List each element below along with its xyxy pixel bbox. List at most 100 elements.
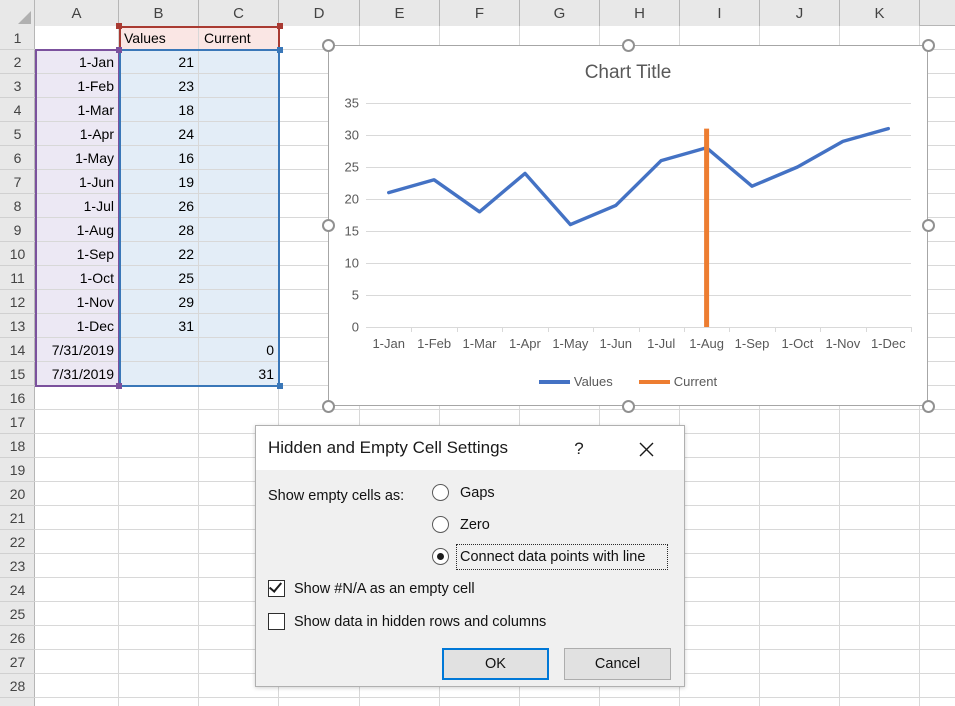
x-axis-tick-mark	[865, 327, 867, 332]
checkmark-icon	[268, 579, 283, 593]
row-header-9[interactable]: 9	[0, 218, 35, 242]
checkbox-show-data-in-hidden-rows[interactable]	[268, 613, 285, 630]
column-header-g[interactable]: G	[520, 0, 600, 26]
help-icon[interactable]: ?	[566, 437, 592, 461]
row-header-12[interactable]: 12	[0, 290, 35, 314]
header-range-handle-end[interactable]	[277, 23, 283, 29]
column-header-k[interactable]: K	[840, 0, 920, 26]
x-axis-tick-label: 1-May	[552, 336, 589, 351]
column-header-f[interactable]: F	[440, 0, 520, 26]
row-header-13[interactable]: 13	[0, 314, 35, 338]
row-header-22[interactable]: 22	[0, 530, 35, 554]
row-header-8[interactable]: 8	[0, 194, 35, 218]
dialog-titlebar: Hidden and Empty Cell Settings ?	[256, 426, 684, 470]
row-header-20[interactable]: 20	[0, 482, 35, 506]
chart-resize-handle-n[interactable]	[621, 38, 635, 52]
header-range-outline[interactable]	[119, 26, 280, 51]
chart-resize-handle-ne[interactable]	[921, 38, 935, 52]
ok-button[interactable]: OK	[442, 648, 549, 680]
label-range-outline[interactable]	[35, 49, 120, 387]
row-header-26[interactable]: 26	[0, 626, 35, 650]
column-header-d[interactable]: D	[279, 0, 360, 26]
chart-object[interactable]: Chart Title 0 5 10 15 20 25 30 35 1-Jan 1-Feb 1-Ma…	[328, 45, 928, 406]
select-all-corner[interactable]	[0, 0, 35, 26]
data-range-handle-end[interactable]	[277, 383, 283, 389]
chart-resize-handle-w[interactable]	[321, 219, 335, 232]
row-header-27[interactable]: 27	[0, 650, 35, 674]
chart-plot-area: 0 5 10 15 20 25 30 35 1-Jan 1-Feb 1-Mar 1-Apr 1-May 1…	[345, 96, 912, 351]
x-axis-tick-mark	[820, 327, 822, 332]
x-axis-tick-mark	[502, 327, 504, 332]
row-header-25[interactable]: 25	[0, 602, 35, 626]
chart-resize-handle-se[interactable]	[921, 399, 935, 413]
hidden-empty-cell-settings-dialog[interactable]: Hidden and Empty Cell Settings ? Show em…	[255, 425, 685, 687]
column-header-j[interactable]: J	[760, 0, 840, 26]
row-header-21[interactable]: 21	[0, 506, 35, 530]
radio-label-gaps[interactable]: Gaps	[460, 485, 495, 501]
legend-swatch-icon	[538, 379, 570, 384]
radio-connect-data-points-with-line[interactable]	[432, 548, 449, 565]
legend-item-values[interactable]: Values	[538, 374, 613, 389]
row-header-28[interactable]: 28	[0, 674, 35, 698]
row-header-16[interactable]: 16	[0, 386, 35, 410]
select-all-triangle-icon	[18, 11, 31, 24]
legend-label: Values	[573, 374, 613, 389]
legend-label: Current	[673, 374, 718, 389]
x-axis-tick-label: 1-Jul	[647, 336, 676, 351]
row-header-24[interactable]: 24	[0, 578, 35, 602]
row-header-23[interactable]: 23	[0, 554, 35, 578]
x-axis-tick-mark	[456, 327, 458, 332]
data-range-outline[interactable]	[119, 49, 280, 387]
chart-resize-handle-nw[interactable]	[321, 38, 335, 52]
checkbox-show-na-as-empty-cell[interactable]	[268, 579, 285, 597]
radio-label-zero[interactable]: Zero	[460, 517, 490, 533]
x-axis-tick-label: 1-Dec	[870, 336, 906, 351]
column-header-e[interactable]: E	[360, 0, 440, 26]
row-header-7[interactable]: 7	[0, 170, 35, 194]
row-header-4[interactable]: 4	[0, 98, 35, 122]
row-header-1[interactable]: 1	[0, 26, 35, 50]
row-header-11[interactable]: 11	[0, 266, 35, 290]
column-header-b[interactable]: B	[119, 0, 199, 26]
column-header-i[interactable]: I	[680, 0, 760, 26]
column-header-h[interactable]: H	[600, 0, 680, 26]
column-header-a[interactable]: A	[35, 0, 119, 26]
column-header-c[interactable]: C	[199, 0, 279, 26]
x-axis-tick-label: 1-Apr	[509, 336, 541, 351]
checkbox-label-show-na-as-empty-cell[interactable]: Show #N/A as an empty cell	[294, 581, 475, 597]
chart-gridline	[366, 231, 911, 232]
row-header-10[interactable]: 10	[0, 242, 35, 266]
x-axis-tick-label: 1-Feb	[417, 336, 452, 351]
row-header-17[interactable]: 17	[0, 410, 35, 434]
radio-zero[interactable]	[432, 516, 449, 533]
x-axis-tick-mark	[683, 327, 685, 332]
data-range-handle-start[interactable]	[277, 47, 283, 53]
close-icon[interactable]	[631, 436, 661, 462]
chart-legend[interactable]: Values Current	[329, 374, 927, 389]
dialog-body: Show empty cells as: Gaps Zero Connect data…	[256, 470, 684, 688]
x-axis-tick-mark	[411, 327, 413, 332]
row-header-18[interactable]: 18	[0, 434, 35, 458]
label-range-handle-start[interactable]	[116, 47, 122, 53]
chart-resize-handle-sw[interactable]	[321, 399, 335, 413]
row-header-5[interactable]: 5	[0, 122, 35, 146]
grid-line-horizontal	[35, 409, 955, 410]
chart-resize-handle-s[interactable]	[621, 399, 635, 413]
x-axis-tick-mark	[638, 327, 640, 332]
row-header-14[interactable]: 14	[0, 338, 35, 362]
row-header-6[interactable]: 6	[0, 146, 35, 170]
x-axis-tick-label: 1-Aug	[689, 336, 724, 351]
x-axis-tick-label: 1-Sep	[734, 336, 770, 351]
checkbox-label-show-data-in-hidden-rows[interactable]: Show data in hidden rows and columns	[294, 614, 546, 630]
row-header-2[interactable]: 2	[0, 50, 35, 74]
label-range-handle-end[interactable]	[116, 383, 122, 389]
row-header-19[interactable]: 19	[0, 458, 35, 482]
radio-label-connect-data-points-with-line[interactable]: Connect data points with line	[460, 549, 645, 565]
row-header-15[interactable]: 15	[0, 362, 35, 386]
legend-item-current[interactable]: Current	[638, 374, 718, 389]
header-range-handle-start[interactable]	[116, 23, 122, 29]
cancel-button[interactable]: Cancel	[564, 648, 671, 680]
row-header-3[interactable]: 3	[0, 74, 35, 98]
radio-gaps[interactable]	[432, 484, 449, 501]
chart-resize-handle-e[interactable]	[921, 219, 935, 232]
